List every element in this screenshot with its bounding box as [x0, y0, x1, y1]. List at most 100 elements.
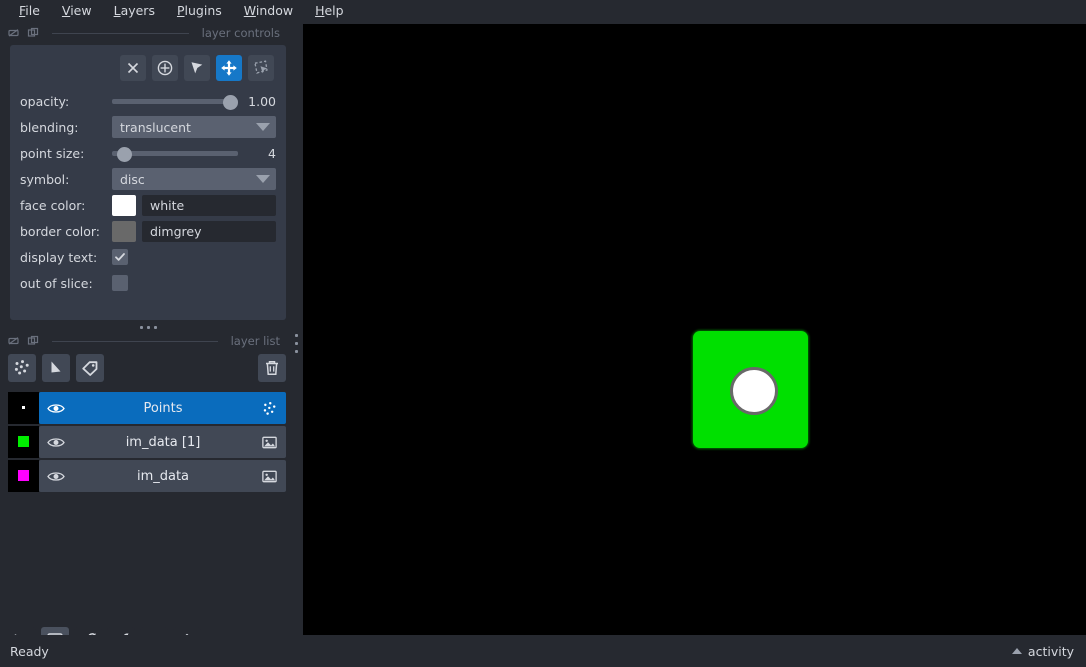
menu-window[interactable]: Window: [233, 2, 304, 22]
chevron-down-icon: [256, 123, 270, 131]
float-dock-icon[interactable]: [27, 27, 39, 39]
labels-tag-icon: [82, 361, 98, 376]
point-marker[interactable]: [730, 367, 778, 415]
splitter-dot: [294, 349, 298, 353]
activity-toggle[interactable]: activity: [1011, 643, 1074, 659]
transform-button[interactable]: [248, 55, 274, 81]
layer-row-body[interactable]: im_data: [39, 460, 286, 492]
face-color-row: face color: white: [20, 193, 276, 217]
pan-zoom-button[interactable]: [216, 55, 242, 81]
point-size-label: point size:: [20, 145, 85, 161]
titlebar-rule: [52, 340, 218, 342]
opacity-track: [112, 99, 238, 104]
layer-row[interactable]: Points: [8, 392, 286, 424]
napari-viewer-window: File View Layers Plugins Window Help lay…: [0, 0, 1086, 667]
opacity-value: 1.00: [248, 93, 276, 109]
splitter-dot: [153, 325, 157, 329]
blending-value: translucent: [120, 119, 191, 135]
image-layer-type-icon: [262, 470, 277, 482]
check-icon: [115, 253, 125, 261]
trash-icon: [266, 361, 278, 375]
new-points-layer-button[interactable]: [8, 354, 36, 382]
border-color-swatch[interactable]: [112, 220, 136, 242]
blending-label: blending:: [20, 119, 79, 135]
blending-row: blending: translucent: [20, 115, 276, 139]
opacity-handle[interactable]: [223, 94, 238, 110]
dock-splitter-vertical[interactable]: [292, 322, 300, 364]
new-labels-layer-button[interactable]: [76, 354, 104, 382]
left-dock-area: layer controls opacity: 1.00 blending: t…: [0, 24, 298, 655]
chevron-down-icon: [256, 175, 270, 183]
x-icon: [127, 62, 139, 74]
points-mode-toolbar: [20, 55, 274, 81]
display-text-row: display text:: [20, 245, 276, 269]
layer-name: Points: [143, 400, 183, 416]
display-text-label: display text:: [20, 249, 98, 265]
splitter-dot: [146, 325, 150, 329]
add-points-button[interactable]: [152, 55, 178, 81]
layer-row-body[interactable]: im_data [1]: [39, 426, 286, 458]
splitter-dot: [294, 333, 298, 337]
titlebar-rule: [52, 32, 189, 34]
close-dock-icon[interactable]: [8, 27, 20, 39]
layer-controls-titlebar: layer controls: [0, 24, 290, 42]
cursor-arrow-icon: [191, 62, 203, 74]
delete-selected-points-button[interactable]: [120, 55, 146, 81]
visibility-eye-icon[interactable]: [47, 436, 65, 449]
blending-combobox[interactable]: translucent: [112, 116, 276, 138]
new-shapes-layer-button[interactable]: [42, 354, 70, 382]
layer-row[interactable]: im_data: [8, 460, 286, 492]
visibility-eye-icon[interactable]: [47, 470, 65, 483]
splitter-dot: [139, 325, 143, 329]
menu-help[interactable]: Help: [304, 2, 355, 22]
layer-list: Points im_data [1] im_data: [8, 392, 286, 494]
image-layer-type-icon: [262, 436, 277, 448]
plus-circle-icon: [157, 60, 173, 76]
layer-thumbnail: [8, 426, 39, 458]
layer-name: im_data [1]: [125, 434, 201, 450]
out-of-slice-checkbox[interactable]: [112, 275, 128, 291]
menu-bar: File View Layers Plugins Window Help: [0, 0, 1086, 24]
layer-list-title-label: layer list: [230, 334, 280, 348]
menu-layers[interactable]: Layers: [103, 2, 166, 22]
border-color-value[interactable]: dimgrey: [142, 220, 276, 242]
layer-list-titlebar: layer list: [0, 332, 290, 350]
transform-icon: [254, 60, 268, 74]
layer-controls-panel: opacity: 1.00 blending: translucent poin…: [10, 45, 286, 320]
menu-plugins[interactable]: Plugins: [166, 2, 233, 22]
layer-row-body[interactable]: Points: [39, 392, 286, 424]
delete-layer-button[interactable]: [258, 354, 286, 382]
face-color-swatch[interactable]: [112, 194, 136, 216]
activity-label: activity: [1027, 643, 1074, 659]
out-of-slice-row: out of slice:: [20, 271, 276, 295]
viewer-canvas[interactable]: [303, 24, 1086, 635]
symbol-label: symbol:: [20, 171, 70, 187]
layer-thumbnail: [8, 392, 39, 424]
point-size-handle[interactable]: [117, 146, 133, 162]
layer-name: im_data: [136, 468, 190, 484]
float-dock-icon[interactable]: [27, 335, 39, 347]
menu-view[interactable]: View: [51, 2, 103, 22]
layer-list-toolbar: [8, 354, 286, 382]
face-color-label: face color:: [20, 197, 86, 213]
out-of-slice-label: out of slice:: [20, 275, 93, 291]
close-dock-icon[interactable]: [8, 335, 20, 347]
face-color-value[interactable]: white: [142, 194, 276, 216]
symbol-combobox[interactable]: disc: [112, 168, 276, 190]
layer-thumbnail: [8, 460, 39, 492]
layer-row[interactable]: im_data [1]: [8, 426, 286, 458]
border-color-label: border color:: [20, 223, 101, 239]
point-size-slider[interactable]: [112, 141, 238, 165]
points-icon: [14, 360, 29, 375]
shapes-icon: [51, 361, 61, 373]
menu-file[interactable]: File: [8, 2, 51, 22]
select-points-button[interactable]: [184, 55, 210, 81]
status-message: Ready: [10, 643, 49, 659]
opacity-slider[interactable]: [112, 89, 238, 113]
display-text-checkbox[interactable]: [112, 249, 128, 265]
status-bar: Ready activity: [0, 635, 1086, 667]
visibility-eye-icon[interactable]: [47, 402, 65, 415]
symbol-value: disc: [120, 171, 145, 187]
opacity-row: opacity: 1.00: [20, 89, 276, 113]
symbol-row: symbol: disc: [20, 167, 276, 191]
